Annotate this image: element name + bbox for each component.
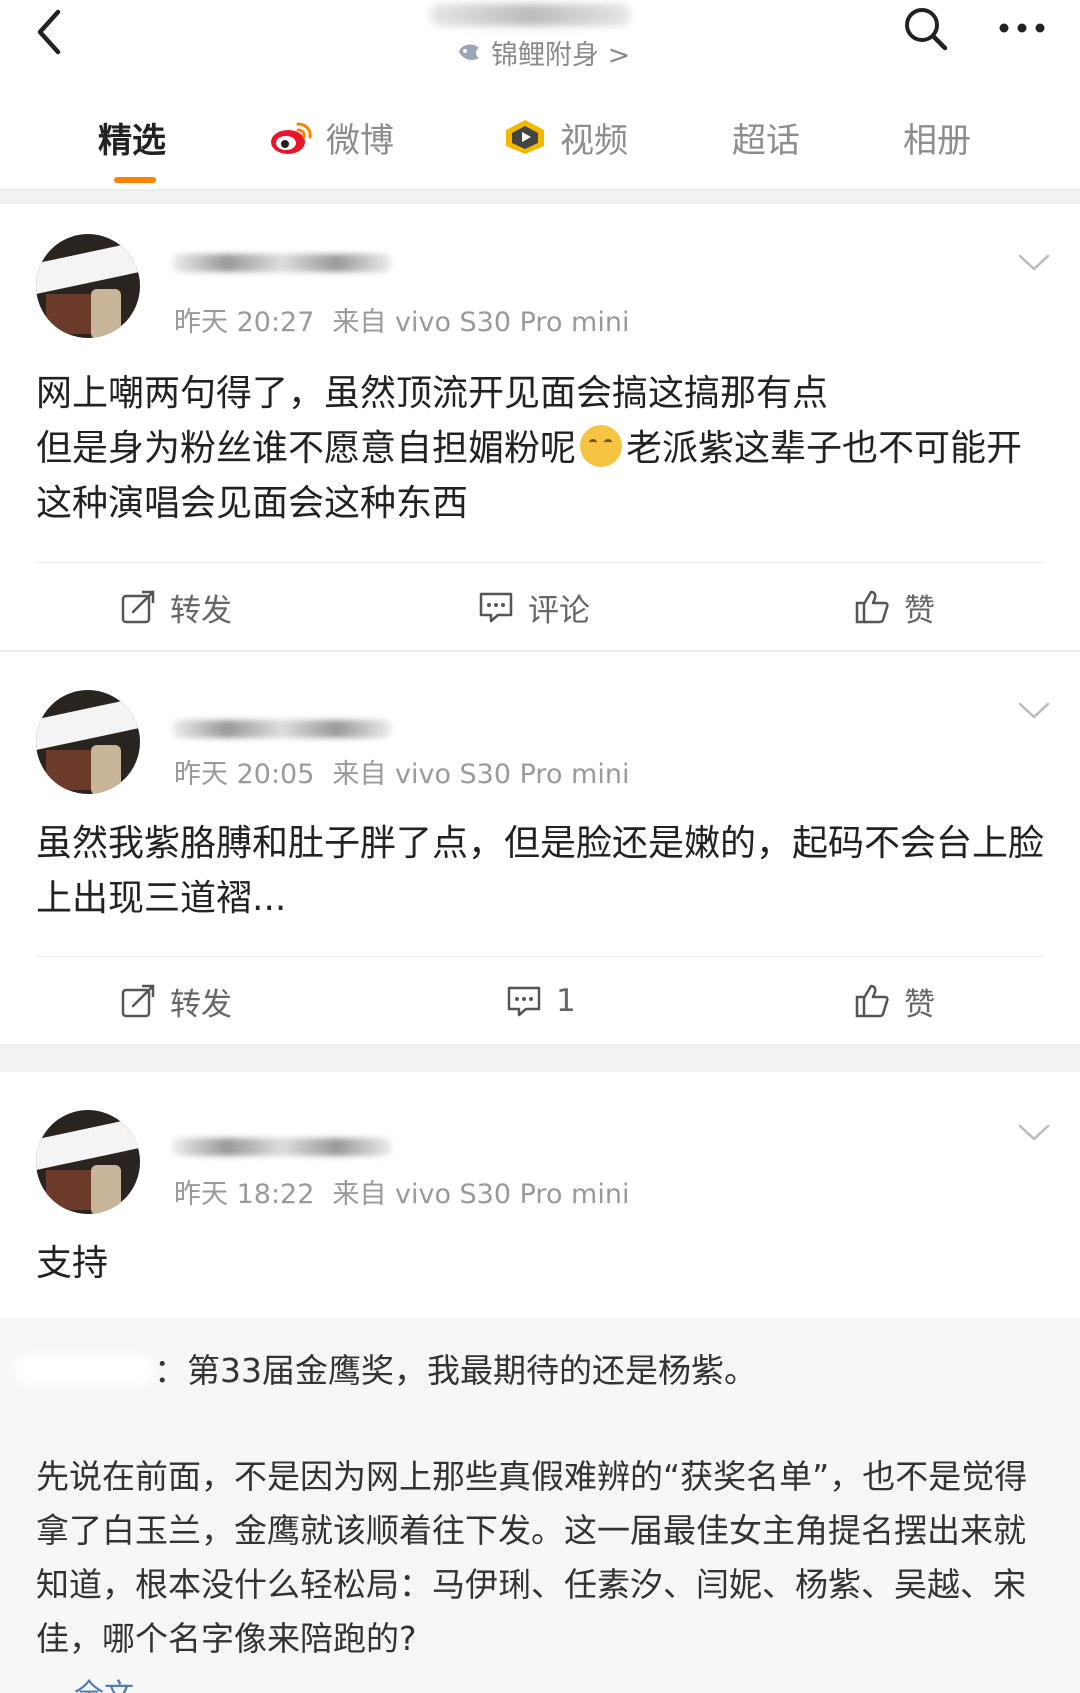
quoted-post-title: ：第33届金鹰奖，我最期待的还是杨紫。 [154,1351,757,1390]
avatar[interactable] [36,234,140,338]
comment-text: 网上嘲两句得了，虽然顶流开见面会搞这搞那有点 但是身为粉丝谁不愿意自担媚粉呢 老派… [36,366,1046,531]
username-redacted[interactable] [172,254,392,272]
chevron-down-icon[interactable] [1016,252,1052,274]
tab-label: 微博 [326,120,394,161]
tab-featured[interactable]: 精选 [98,112,166,162]
comment-meta: 昨天 18:22 来自 vivo S30 Pro mini [174,1172,629,1211]
comment-text: 虽然我紫胳膊和肚子胖了点，但是脸还是嫩的，起码不会台上脸上出现三道褶... [36,823,1045,919]
subtitle-label: 锦鲤附身 > [491,39,631,71]
like-button[interactable]: 赞 [854,966,935,1036]
repost-label: 转发 [170,592,232,629]
koi-icon [459,44,479,60]
quoted-post-text: 先说在前面，不是因为网上那些真假难辨的“获奖名单”，也不是觉得拿了白玉兰，金鹰就… [36,1457,1028,1658]
like-label: 赞 [904,592,935,629]
comment-count: 1 [556,983,576,1019]
read-more-link[interactable]: 全文 [74,1670,134,1693]
comment-label: 评论 [528,592,590,629]
weibo-icon [271,122,312,154]
repost-label: 转发 [170,986,232,1023]
section-divider [0,190,1080,204]
username-redacted[interactable] [172,1138,392,1156]
comment-item: 昨天 20:27 来自 vivo S30 Pro mini 网上嘲两句得了，虽然顶… [0,204,1080,650]
top-bar: 锦鲤附身 > [0,0,1080,82]
chevron-down-icon[interactable] [1016,700,1052,722]
comment-button[interactable]: 评论 [478,572,590,642]
action-bar: 转发 评论 赞 [0,572,1080,642]
tab-active-indicator [114,177,156,183]
shush-emoji-icon [580,425,623,467]
repost-icon [121,590,155,624]
tab-video[interactable]: 视频 [502,112,628,162]
repost-button[interactable]: 转发 [120,572,232,642]
comment-text-part: 但是身为粉丝谁不愿意自担媚粉呢 [36,428,577,469]
divider [36,956,1044,957]
tab-weibo[interactable]: 微博 [268,112,394,162]
page-title-redacted [430,4,630,26]
quoted-post[interactable]: ：第33届金鹰奖，我最期待的还是杨紫。 先说在前面，不是因为网上那些真假难辨的“… [0,1318,1080,1693]
like-label: 赞 [904,986,935,1023]
comment-time: 昨天 20:27 [174,307,315,338]
section-divider [0,1044,1080,1072]
comment-text: 支持 [36,1243,109,1284]
profile-subtitle[interactable]: 锦鲤附身 > [455,32,630,72]
tab-label: 视频 [560,120,628,161]
comment-button[interactable]: 1 [506,966,576,1036]
tab-label: 相册 [903,120,971,161]
tab-label: 超话 [732,120,800,161]
comment-time: 昨天 18:22 [174,1179,315,1210]
like-button[interactable]: 赞 [854,572,935,642]
comment-text-part: 网上嘲两句得了，虽然顶流开见面会搞这搞那有点 [36,373,829,414]
action-bar: 转发 1 赞 [0,966,1080,1036]
quoted-author-redacted [14,1356,154,1384]
comment-item: 昨天 20:05 来自 vivo S30 Pro mini 虽然我紫胳膊和肚子胖了… [0,652,1080,1044]
tab-album[interactable]: 相册 [903,112,971,162]
video-icon [506,120,544,154]
comment-meta: 昨天 20:05 来自 vivo S30 Pro mini [174,752,629,791]
comment-item: 昨天 18:22 来自 vivo S30 Pro mini 支持 [0,1072,1080,1318]
thumbs-up-icon [855,590,889,624]
comment-source: 来自 vivo S30 Pro mini [332,759,630,790]
avatar[interactable] [36,1110,140,1214]
comment-time: 昨天 20:05 [174,759,315,790]
more-icon[interactable] [998,20,1046,36]
comment-meta: 昨天 20:27 来自 vivo S30 Pro mini [174,300,629,339]
tab-label: 精选 [98,120,166,161]
comment-icon [507,986,541,1017]
back-icon[interactable] [28,6,72,58]
search-icon[interactable] [902,5,950,53]
tab-bar: 精选 微博 视频 超话 相册 [0,82,1080,190]
tab-super-topic[interactable]: 超话 [732,112,800,162]
repost-button[interactable]: 转发 [120,966,232,1036]
avatar[interactable] [36,690,140,794]
repost-icon [121,984,155,1018]
comment-icon [479,592,513,623]
comment-source: 来自 vivo S30 Pro mini [332,1179,630,1210]
username-redacted[interactable] [172,720,392,738]
chevron-down-icon[interactable] [1016,1122,1052,1144]
divider [36,562,1044,563]
thumbs-up-icon [855,984,889,1018]
comment-source: 来自 vivo S30 Pro mini [332,307,630,338]
